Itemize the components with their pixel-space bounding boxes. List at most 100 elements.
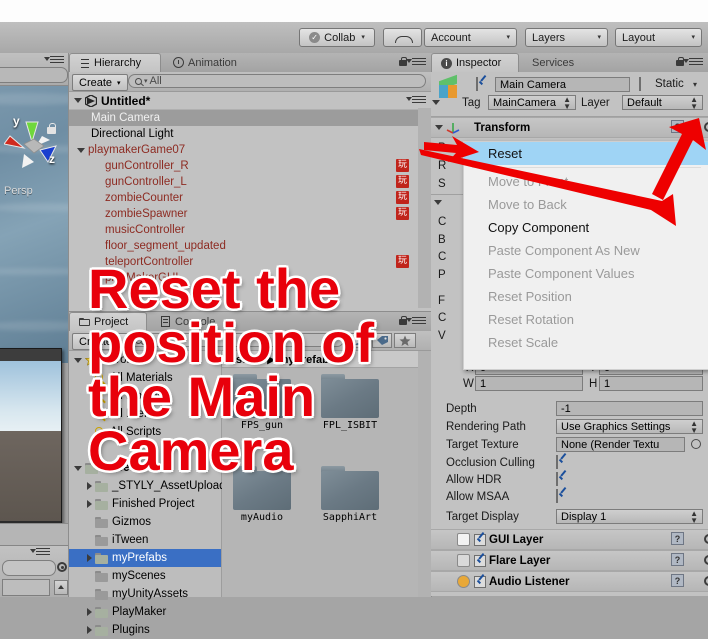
hierarchy-item[interactable]: playmakerGame07: [69, 142, 431, 158]
inspector-field-checkbox[interactable]: [556, 455, 558, 469]
chevron-right-icon[interactable]: [87, 500, 92, 508]
account-button[interactable]: Account ▾: [424, 28, 517, 47]
inspector-field-value[interactable]: -1: [556, 401, 703, 416]
chevron-down-icon: ▾: [361, 34, 365, 41]
hierarchy-item[interactable]: gunController_L 玩: [69, 174, 431, 190]
help-icon[interactable]: ?: [671, 120, 684, 133]
component-enabled-checkbox[interactable]: [474, 554, 486, 567]
component-header[interactable]: Audio Listener?: [431, 571, 708, 592]
playmaker-fsm-icon[interactable]: 玩: [396, 207, 409, 220]
context-menu-item[interactable]: Reset Position: [464, 285, 708, 308]
lock-icon[interactable]: [47, 123, 56, 134]
bottom-left-panel: [0, 545, 68, 597]
inspector-field-checkbox[interactable]: [556, 489, 558, 503]
chevron-right-icon[interactable]: [87, 608, 92, 616]
inspector-field-dropdown[interactable]: Use Graphics Settings ▲ ▼: [556, 419, 703, 434]
playmaker-fsm-icon[interactable]: 玩: [396, 175, 409, 188]
object-name-field[interactable]: Main Camera: [495, 77, 630, 92]
hierarchy-item[interactable]: Main Camera: [69, 110, 431, 126]
component-header[interactable]: Flare Layer?: [431, 550, 708, 571]
static-checkbox[interactable]: [639, 77, 641, 91]
project-tree-item[interactable]: myPrefabs: [69, 549, 221, 567]
playmaker-fsm-icon[interactable]: 玩: [396, 191, 409, 204]
panel-menu-icon[interactable]: [406, 96, 426, 105]
component-enabled-checkbox[interactable]: [474, 575, 486, 588]
chevron-down-icon[interactable]: [74, 98, 82, 103]
context-menu-item[interactable]: Reset: [464, 142, 708, 165]
chevron-right-icon[interactable]: [87, 482, 92, 490]
context-menu-item[interactable]: Paste Component Values: [464, 262, 708, 285]
bottom-left-field[interactable]: [2, 579, 50, 596]
panel-menu-icon[interactable]: [683, 58, 703, 67]
project-tree-item[interactable]: myUnityAssets: [69, 585, 221, 603]
tab-services[interactable]: Services: [523, 53, 599, 72]
chevron-right-icon[interactable]: [87, 554, 92, 562]
scroll-up-button[interactable]: [54, 580, 68, 595]
inspector-object-field[interactable]: None (Render Textu: [556, 437, 685, 452]
hierarchy-item-label: zombieCounter: [105, 192, 183, 204]
scene-search-input[interactable]: [0, 67, 68, 83]
project-tree-item[interactable]: PlayMaker: [69, 603, 221, 621]
viewport-w-field[interactable]: 1: [475, 376, 583, 391]
chevron-down-icon[interactable]: [77, 147, 85, 153]
hierarchy-item[interactable]: floor_segment_updated: [69, 238, 431, 254]
hierarchy-item[interactable]: gunController_R 玩: [69, 158, 431, 174]
bottom-left-search-input[interactable]: [2, 560, 56, 576]
target-display-dropdown[interactable]: Display 1 ▲ ▼: [556, 509, 703, 524]
component-enabled-checkbox[interactable]: [474, 533, 486, 546]
layers-button[interactable]: Layers ▾: [525, 28, 608, 47]
project-tree-item[interactable]: iTween: [69, 531, 221, 549]
chevron-down-icon[interactable]: [74, 465, 82, 471]
scene-root-row[interactable]: Untitled*: [69, 92, 431, 110]
layout-button[interactable]: Layout ▾: [615, 28, 702, 47]
context-menu-item[interactable]: Paste Component As New: [464, 239, 708, 262]
chevron-down-icon[interactable]: [74, 357, 82, 363]
context-menu-item[interactable]: Reset Scale: [464, 331, 708, 354]
cloud-button[interactable]: [383, 28, 422, 47]
layer-dropdown[interactable]: Default ▲ ▼: [622, 95, 703, 110]
project-tree-item[interactable]: Plugins: [69, 621, 221, 639]
chevron-down-icon[interactable]: [434, 200, 442, 205]
inspector-field-label: Rendering Path: [446, 421, 526, 433]
component-header[interactable]: GUI Layer?: [431, 529, 708, 550]
hierarchy-item[interactable]: Directional Light: [69, 126, 431, 142]
collab-button[interactable]: ✓ Collab ▾: [299, 28, 375, 47]
help-icon[interactable]: ?: [671, 574, 684, 587]
inspector-field-checkbox[interactable]: [556, 472, 558, 486]
playmaker-fsm-icon[interactable]: 玩: [396, 159, 409, 172]
transform-component-header[interactable]: Transform ?: [431, 117, 708, 138]
context-menu-item[interactable]: Move to Front: [464, 170, 708, 193]
chevron-down-icon[interactable]: ▾: [693, 80, 697, 89]
viewport-h-field[interactable]: 1: [599, 376, 703, 391]
chevron-down-icon[interactable]: [432, 100, 440, 105]
panel-menu-icon[interactable]: [44, 56, 64, 65]
help-icon[interactable]: ?: [671, 553, 684, 566]
project-tree-item[interactable]: myScenes: [69, 567, 221, 585]
help-icon[interactable]: ?: [671, 532, 684, 545]
inspector-component-list: GUI Layer? Flare Layer? Audio Listener?: [431, 529, 708, 592]
object-picker-icon[interactable]: [691, 439, 701, 449]
context-menu-item[interactable]: Copy Component: [464, 216, 708, 239]
hierarchy-item[interactable]: musicController: [69, 222, 431, 238]
object-enabled-checkbox[interactable]: [476, 77, 478, 91]
panel-menu-icon[interactable]: [30, 548, 50, 557]
tab-animation[interactable]: Animation: [164, 53, 260, 72]
context-menu-item[interactable]: Reset Rotation: [464, 308, 708, 331]
context-menu-item[interactable]: Move to Back: [464, 193, 708, 216]
project-tree-item[interactable]: Gizmos: [69, 513, 221, 531]
panel-menu-icon[interactable]: [406, 58, 426, 67]
tab-hierarchy[interactable]: Hierarchy: [69, 53, 161, 72]
hierarchy-item[interactable]: zombieCounter 玩: [69, 190, 431, 206]
chevron-down-icon[interactable]: [435, 125, 443, 130]
account-label: Account: [431, 31, 471, 44]
hierarchy-item[interactable]: zombieSpawner 玩: [69, 206, 431, 222]
create-button[interactable]: Create ▾: [72, 74, 128, 91]
hierarchy-search-input[interactable]: ▾ All: [128, 74, 426, 88]
scene-view[interactable]: [0, 53, 68, 363]
game-view-preview-window[interactable]: [0, 348, 62, 524]
project-tree-item-label: Gizmos: [112, 516, 151, 528]
project-tree-item[interactable]: Finished Project: [69, 495, 221, 513]
tab-inspector[interactable]: i Inspector: [431, 53, 519, 72]
tag-dropdown[interactable]: MainCamera ▲ ▼: [488, 95, 576, 110]
chevron-right-icon[interactable]: [87, 626, 92, 634]
